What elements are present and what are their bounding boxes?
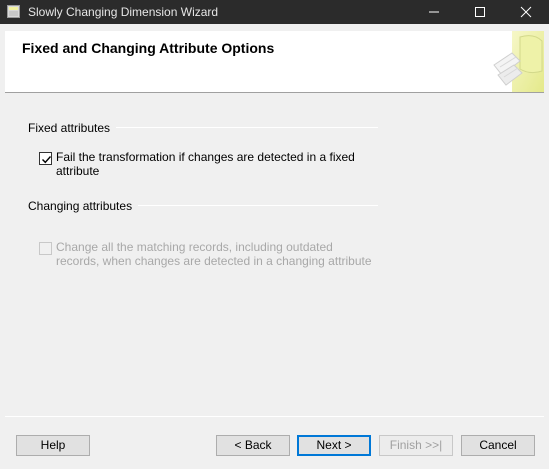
cancel-button[interactable]: Cancel (461, 435, 535, 456)
changing-attributes-label: Changing attributes (28, 199, 133, 213)
wizard-app-icon (7, 5, 20, 18)
next-button[interactable]: Next > (297, 435, 371, 456)
page-title: Fixed and Changing Attribute Options (22, 40, 275, 56)
fail-transformation-checkbox[interactable] (39, 152, 52, 165)
minimize-button[interactable] (411, 0, 457, 24)
fixed-attributes-label: Fixed attributes (28, 121, 111, 135)
change-matching-records-label-line2: records, when changes are detected in a … (56, 254, 372, 268)
fail-transformation-label-line2: attribute (56, 164, 100, 178)
wizard-header-graphic (493, 31, 544, 92)
change-matching-records-label-line1: Change all the matching records, includi… (56, 240, 333, 254)
change-matching-records-checkbox[interactable] (39, 242, 52, 255)
finish-button[interactable]: Finish >>| (379, 435, 453, 456)
change-matching-records-label: Change all the matching records, includi… (56, 240, 376, 268)
button-bar-divider (5, 416, 544, 417)
fixed-attributes-divider (116, 127, 378, 128)
close-icon (520, 6, 532, 18)
fail-transformation-label-line1: Fail the transformation if changes are d… (56, 150, 355, 164)
maximize-button[interactable] (457, 0, 503, 24)
window-title: Slowly Changing Dimension Wizard (28, 5, 219, 19)
back-button[interactable]: < Back (216, 435, 290, 456)
title-bar[interactable]: Slowly Changing Dimension Wizard (0, 0, 549, 24)
fail-transformation-label: Fail the transformation if changes are d… (56, 150, 376, 178)
changing-attributes-divider (138, 205, 378, 206)
close-button[interactable] (503, 0, 549, 24)
minimize-icon (429, 11, 439, 13)
checkmark-icon (42, 156, 52, 164)
wizard-header: Fixed and Changing Attribute Options (5, 31, 544, 93)
maximize-icon (475, 7, 485, 17)
help-button[interactable]: Help (16, 435, 90, 456)
